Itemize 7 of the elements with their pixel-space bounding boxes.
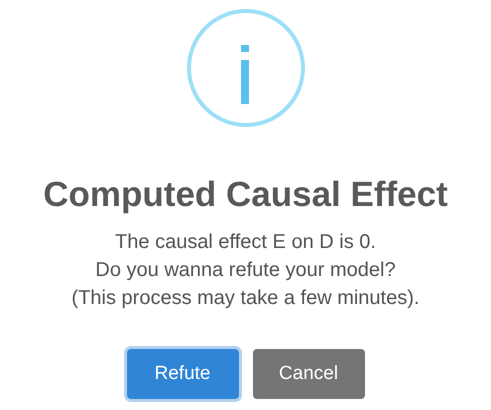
message-line: The causal effect E on D is 0. xyxy=(115,230,376,255)
message-line: (This process may take a few minutes). xyxy=(72,286,420,311)
cancel-button[interactable]: Cancel xyxy=(252,349,364,399)
message-line: Do you wanna refute your model? xyxy=(95,258,396,283)
dialog-title: Computed Causal Effect xyxy=(43,174,448,216)
confirm-button[interactable]: Refute xyxy=(126,349,238,399)
info-icon xyxy=(186,8,306,128)
